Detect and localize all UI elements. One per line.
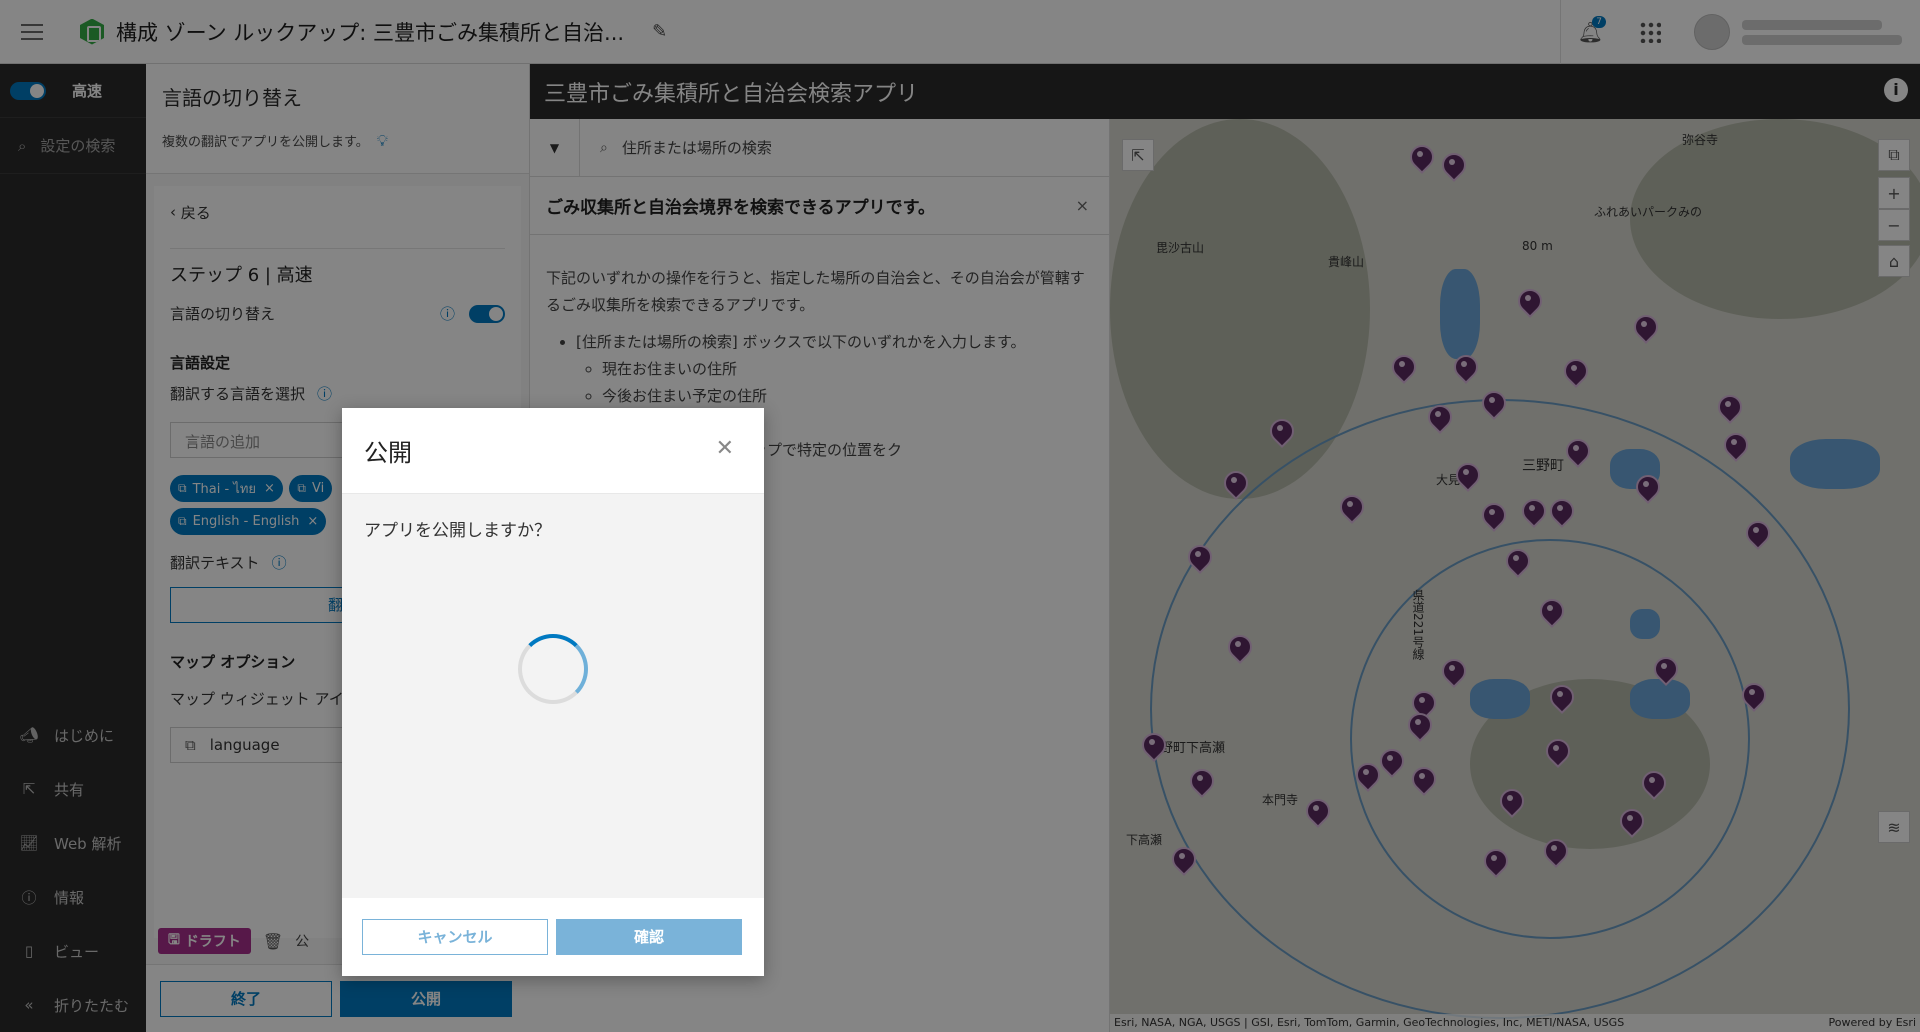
cancel-button[interactable]: キャンセル (362, 919, 548, 955)
dialog-title: 公開 (364, 439, 412, 467)
dialog-message: アプリを公開しますか？ (364, 521, 551, 541)
confirm-button[interactable]: 確認 (556, 919, 742, 955)
publish-dialog: 公開 ✕ アプリを公開しますか？ キャンセル 確認 (342, 408, 764, 976)
modal-overlay (0, 0, 1920, 1032)
close-icon[interactable]: ✕ (716, 436, 734, 461)
loading-spinner (518, 634, 588, 704)
